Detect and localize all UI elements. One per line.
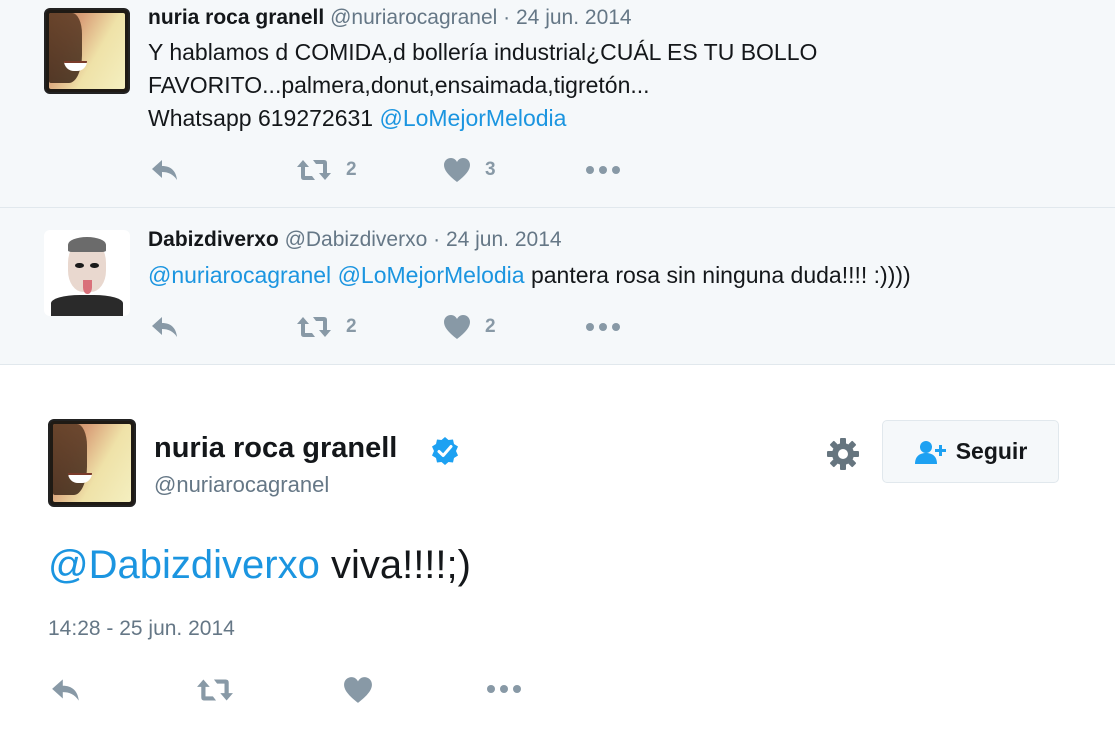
more-button[interactable] (485, 680, 523, 698)
follow-button[interactable]: Seguir (882, 420, 1059, 483)
mention-link[interactable]: @LoMejorMelodia (379, 105, 566, 131)
retweet-count: 2 (346, 316, 357, 337)
avatar[interactable] (48, 419, 136, 507)
avatar[interactable] (44, 8, 130, 94)
retweet-icon (297, 160, 331, 180)
reply-button[interactable] (50, 676, 82, 704)
retweet-button[interactable]: 2 (296, 314, 357, 340)
heart-icon (444, 315, 470, 339)
retweet-count: 2 (346, 159, 357, 180)
tweet-header: Dabizdiverxo @Dabizdiverxo · 24 jun. 201… (148, 228, 562, 252)
avatar-eye (90, 262, 100, 268)
tweet-text-segment: pantera rosa sin ninguna duda!!!! :)))) (524, 262, 911, 288)
avatar[interactable] (44, 230, 130, 316)
avatar-eye (74, 262, 84, 268)
reply-button[interactable] (150, 157, 180, 183)
mention-link[interactable]: @nuriarocagranel (148, 262, 331, 288)
like-button[interactable]: 2 (443, 314, 496, 340)
heart-icon (344, 677, 372, 703)
more-icon (487, 685, 521, 693)
tweet-text: Y hablamos d COMIDA,d bollería industria… (148, 36, 817, 135)
avatar-tongue (82, 279, 93, 294)
author-handle[interactable]: @Dabizdiverxo (285, 228, 428, 251)
retweet-icon (297, 317, 331, 337)
more-button[interactable] (585, 318, 621, 336)
avatar-hair (68, 236, 106, 253)
reply-tweet-1[interactable]: nuria roca granell @nuriarocagranel · 24… (0, 0, 1115, 208)
tweet-text-line: Y hablamos d COMIDA,d bollería industria… (148, 39, 818, 65)
retweet-button[interactable]: 2 (296, 157, 357, 183)
more-icon (586, 323, 620, 331)
mention-link[interactable]: @LoMejorMelodia (338, 262, 525, 288)
author-handle[interactable]: @nuriarocagranel (330, 6, 497, 29)
tweet-timestamp[interactable]: 14:28 - 25 jun. 2014 (48, 617, 235, 641)
tweet-text: @Dabizdiverxo viva!!!!;) (48, 538, 471, 592)
more-icon (586, 166, 620, 174)
tweet-text-line: FAVORITO...palmera,donut,ensaimada,tigre… (148, 72, 650, 98)
author-name[interactable]: Dabizdiverxo (148, 228, 279, 251)
author-name[interactable]: nuria roca granell (148, 6, 324, 29)
author-name[interactable]: nuria roca granell (154, 432, 397, 465)
verified-badge-icon (432, 437, 458, 465)
retweet-button[interactable] (196, 676, 234, 704)
tweet-header: nuria roca granell @nuriarocagranel · 24… (148, 6, 632, 30)
tweet-date[interactable]: · 24 jun. 2014 (433, 228, 561, 251)
reply-icon (152, 160, 177, 180)
avatar-shoulders (50, 295, 124, 316)
heart-icon (444, 158, 470, 182)
like-button[interactable] (343, 676, 373, 704)
reply-icon (152, 317, 177, 337)
retweet-icon (197, 679, 233, 701)
reply-icon (52, 679, 79, 701)
avatar-hair (49, 13, 82, 83)
gear-icon[interactable] (825, 436, 861, 472)
reply-button[interactable] (150, 314, 180, 340)
author-handle[interactable]: @nuriarocagranel (154, 472, 329, 498)
tweet-text-line: Whatsapp 619272631 @LoMejorMelodia (148, 102, 817, 135)
tweet-text: @nuriarocagranel @LoMejorMelodia pantera… (148, 259, 911, 292)
more-button[interactable] (585, 161, 621, 179)
tweet-text-segment: Whatsapp 619272631 (148, 105, 380, 131)
add-user-icon (914, 440, 946, 464)
like-count: 3 (485, 159, 496, 180)
tweet-date[interactable]: · 24 jun. 2014 (503, 6, 631, 29)
like-button[interactable]: 3 (443, 157, 496, 183)
tweet-text-segment: viva!!!!;) (319, 543, 471, 587)
like-count: 2 (485, 316, 496, 337)
follow-button-label: Seguir (955, 438, 1028, 464)
avatar-hair (53, 424, 87, 496)
mention-link[interactable]: @Dabizdiverxo (48, 543, 320, 587)
reply-tweet-2[interactable]: Dabizdiverxo @Dabizdiverxo · 24 jun. 201… (0, 208, 1115, 365)
